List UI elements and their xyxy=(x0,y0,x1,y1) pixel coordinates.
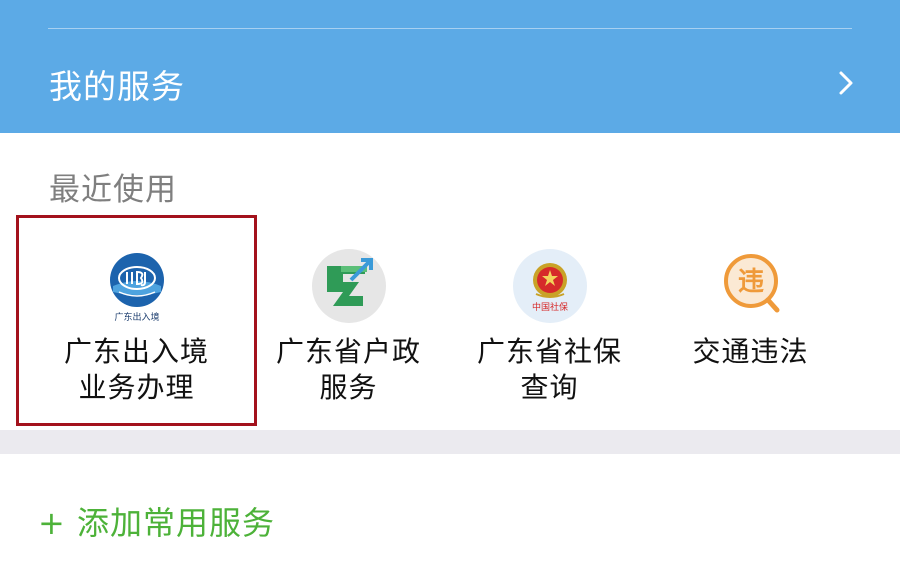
service-guangdong-social-security[interactable]: 中国社保 广东省社保 查询 xyxy=(437,218,662,428)
chevron-right-icon xyxy=(839,71,853,95)
recent-section: 最近使用 广东出入境 广东出入境 业务办理 广东省户政 服务 中国社保 广东省社… xyxy=(0,133,900,430)
social-security-icon-text: 中国社保 xyxy=(531,301,567,313)
guangdong-household-registry-icon xyxy=(311,248,387,324)
my-services-label: 我的服务 xyxy=(49,67,185,106)
service-name: 广东出入境 业务办理 xyxy=(63,335,209,404)
my-services-header: 我的服务 xyxy=(0,0,900,133)
guangdong-social-security-icon: 中国社保 xyxy=(512,248,588,324)
service-traffic-violation[interactable]: 违 交通违法 xyxy=(638,218,863,428)
header-divider xyxy=(48,28,852,29)
section-separator xyxy=(0,430,900,454)
add-service-row: + 添加常用服务 xyxy=(0,454,900,571)
exit-entry-icon-text: 广东出入境 xyxy=(114,311,159,323)
guangdong-exit-entry-icon: 广东出入境 xyxy=(99,248,175,324)
service-name: 广东省户政 服务 xyxy=(275,335,421,404)
violation-icon-text: 违 xyxy=(737,267,763,297)
recent-label: 最近使用 xyxy=(49,172,177,208)
service-guangdong-exit-entry[interactable]: 广东出入境 广东出入境 业务办理 xyxy=(24,218,249,428)
service-name: 广东省社保 查询 xyxy=(476,335,622,404)
service-name: 交通违法 xyxy=(692,335,809,368)
add-common-service-button[interactable]: + 添加常用服务 xyxy=(38,498,275,544)
traffic-violation-icon: 违 xyxy=(713,248,789,324)
service-guangdong-household-registry[interactable]: 广东省户政 服务 xyxy=(236,218,461,428)
my-services-row[interactable]: 我的服务 xyxy=(0,40,900,126)
